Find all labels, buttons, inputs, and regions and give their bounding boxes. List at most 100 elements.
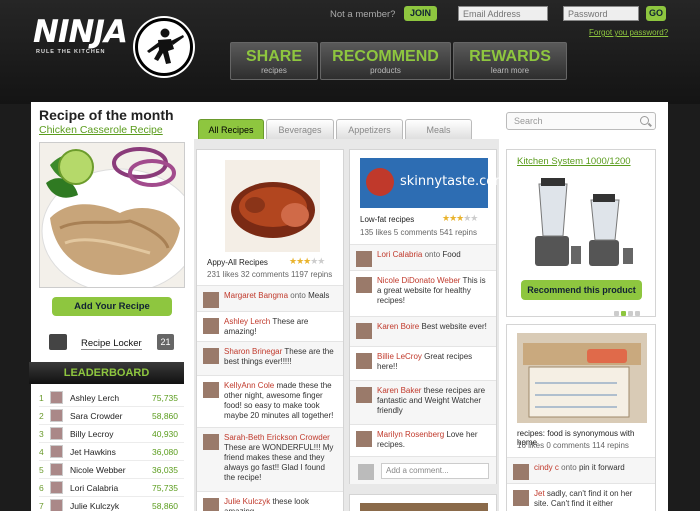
leader-rank: 5 [39,465,44,475]
leaderboard-row[interactable]: 5 Nicole Webber 36,035 [39,461,184,479]
product-image[interactable] [527,176,637,274]
commenter-name[interactable]: Jet [534,489,545,498]
site-header: NINJA RULE THE KITCHEN Not a member? JOI… [0,0,700,104]
pin-stats: 231 likes 32 comments 1197 repins [207,270,333,279]
pin-card [349,494,497,511]
tab-meals[interactable]: Meals [405,119,472,140]
nav-share[interactable]: SHARE recipes [230,42,318,80]
rating-stars[interactable]: ★★★★★ [442,213,478,224]
commenter-name[interactable]: Ashley Lerch [224,317,270,326]
avatar [203,434,219,450]
comment-row: Lori Calabria onto Food [350,244,496,270]
commenter-name[interactable]: Sharon Brinegar [224,347,282,356]
ninja-emblem-icon [135,18,193,76]
comment-row: Jet sadly, can't find it on her site. Ca… [507,483,655,511]
recipe-locker[interactable]: Recipe Locker 21 [49,333,174,353]
pin-stats: 16 likes 0 comments 114 repins [517,441,629,450]
pin-stats: 135 likes 5 comments 541 repins [360,228,477,237]
nav-recommend[interactable]: RECOMMEND products [320,42,451,80]
forgot-password-link[interactable]: Forgot you password? [589,28,668,37]
commenter-name[interactable]: Billie LeCroy [377,352,422,361]
avatar [356,323,372,339]
go-button[interactable]: GO [646,6,666,21]
nav-share-title: SHARE [245,48,302,65]
pin-card: skinnytaste.com Low-fat recipes ★★★★★ 13… [349,149,507,484]
avatar [50,409,63,422]
board-link[interactable]: pin it forward [579,463,625,472]
product-title-link[interactable]: Kitchen System 1000/1200 [517,156,631,167]
comment-row: Sarah-Beth Erickson Crowder These are WO… [197,427,343,491]
leaderboard-list: 1 Ashley Lerch 75,735 2 Sara Crowder 58,860 … [39,389,184,511]
nav-rewards[interactable]: REWARDS learn more [453,42,567,80]
pin-image[interactable] [225,160,320,252]
add-comment-input[interactable]: Add a comment... [381,463,489,479]
pin-image[interactable]: skinnytaste.com [360,158,507,208]
recipe-of-month-link[interactable]: Chicken Casserole Recipe [39,124,163,136]
search-placeholder: Search [514,116,543,126]
leader-rank: 3 [39,429,44,439]
pin-title[interactable]: Low-fat recipes [360,215,414,224]
nav-recommend-sub: products [370,66,401,75]
avatar [203,292,219,308]
recipe-of-month-image[interactable] [39,142,185,288]
board-link[interactable]: Food [442,250,460,259]
commenter-name[interactable]: Lori Calabria [377,250,422,259]
tab-appetizers[interactable]: Appetizers [336,119,403,140]
leader-points: 75,735 [152,483,178,493]
leaderboard-row[interactable]: 7 Julie Kulczyk 58,860 [39,497,184,511]
commenter-name[interactable]: Julie Kulczyk [224,497,270,506]
avatar [356,251,372,267]
board-link[interactable]: Meals [308,291,329,300]
nav-recommend-title: RECOMMEND [332,48,439,65]
leader-rank: 1 [39,393,44,403]
avatar [513,490,529,506]
leader-points: 36,035 [152,465,178,475]
pin-image[interactable] [360,503,488,511]
pin-image[interactable] [517,333,647,423]
avatar [203,318,219,334]
email-field[interactable] [458,6,548,21]
commenter-name[interactable]: Sarah-Beth Erickson Crowder [224,433,330,442]
search-icon[interactable] [640,116,649,125]
commenter-name[interactable]: cindy c [534,463,559,472]
leaderboard-row[interactable]: 2 Sara Crowder 58,860 [39,407,184,425]
commenter-name[interactable]: Karen Boire [377,322,419,331]
rating-stars[interactable]: ★★★★★ [289,256,325,267]
leaderboard-header: LEADERBOARD [29,362,184,384]
commenter-name[interactable]: Karen Baker [377,386,421,395]
join-button[interactable]: JOIN [404,6,437,21]
nav-rewards-title: REWARDS [469,48,551,65]
comment-row: Sharon Brinegar These are the best thing… [197,341,343,375]
comment-row: Marilyn Rosenberg Love her recipes. [350,424,496,456]
tab-beverages[interactable]: Beverages [266,119,334,140]
commenter-name[interactable]: KellyAnn Cole [224,381,274,390]
avatar [50,391,63,404]
avatar [203,498,219,511]
leader-rank: 7 [39,501,44,511]
carousel-dots[interactable] [614,308,644,316]
avatar [203,382,219,398]
leaderboard-row[interactable]: 3 Billy Lecroy 40,930 [39,425,184,443]
search-input[interactable]: Search [506,112,656,130]
add-recipe-button[interactable]: Add Your Recipe [52,297,172,316]
leaderboard-row[interactable]: 6 Lori Calabria 75,735 [39,479,184,497]
leaderboard-row[interactable]: 1 Ashley Lerch 75,735 [39,389,184,407]
leader-points: 58,860 [152,411,178,421]
avatar [203,348,219,364]
tab-all-recipes[interactable]: All Recipes [198,119,264,140]
commenter-name[interactable]: Nicole DiDonato Weber [377,276,460,285]
leader-rank: 4 [39,447,44,457]
recommend-product-button[interactable]: Recommend this product [521,280,642,300]
commenter-name[interactable]: Marilyn Rosenberg [377,430,444,439]
avatar [50,499,63,511]
avatar [513,464,529,480]
ninja-logo[interactable]: NINJA RULE THE KITCHEN [33,15,128,55]
leader-points: 58,860 [152,501,178,511]
leader-name: Ashley Lerch [70,393,120,403]
leaderboard-row[interactable]: 4 Jet Hawkins 36,080 [39,443,184,461]
pin-title[interactable]: Appy-All Recipes [207,258,268,267]
nav-rewards-sub: learn more [490,66,530,75]
password-field[interactable] [563,6,639,21]
commenter-name[interactable]: Margaret Bangma [224,291,288,300]
leader-name: Nicole Webber [70,465,126,475]
